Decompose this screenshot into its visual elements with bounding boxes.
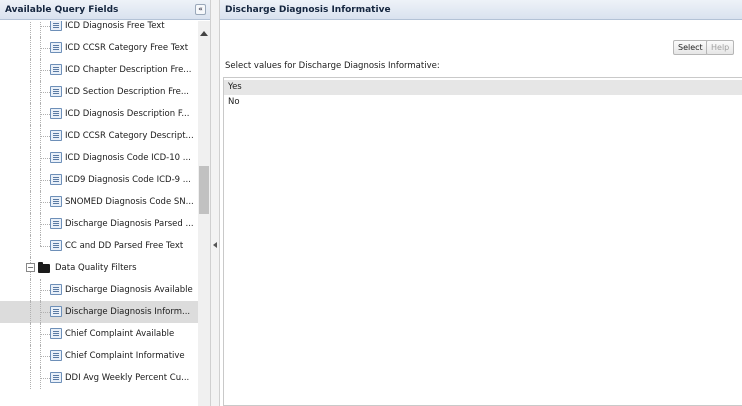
panel-title: Discharge Diagnosis Informative: [225, 5, 391, 15]
tree-item-cc-dd-parsed-free-text[interactable]: CC and DD Parsed Free Text: [0, 235, 198, 257]
tree-item-ddi-avg-weekly-percent[interactable]: DDI Avg Weekly Percent Cu...: [0, 367, 198, 389]
tree-item-snomed-diagnosis-code[interactable]: SNOMED Diagnosis Code SN...: [0, 191, 198, 213]
field-icon: [50, 42, 62, 53]
field-icon: [50, 196, 62, 207]
field-icon: [50, 108, 62, 119]
field-icon: [50, 174, 62, 185]
collapse-folder-toggle[interactable]: −: [26, 263, 35, 272]
select-button[interactable]: Select: [673, 40, 708, 55]
field-icon: [50, 64, 62, 75]
query-fields-tree: ICD Diagnosis Free Text ICD CCSR Categor…: [0, 21, 198, 406]
field-icon: [50, 372, 62, 383]
tree-item-icd-diagnosis-free-text[interactable]: ICD Diagnosis Free Text: [0, 21, 198, 37]
tree-item-chief-complaint-informative[interactable]: Chief Complaint Informative: [0, 345, 198, 367]
field-value-panel: Discharge Diagnosis Informative Select H…: [220, 0, 742, 406]
field-icon: [50, 130, 62, 141]
select-values-prompt: Select values for Discharge Diagnosis In…: [225, 61, 440, 71]
folder-icon: [38, 262, 50, 273]
field-value-header: Discharge Diagnosis Informative: [220, 0, 742, 20]
field-icon: [50, 284, 62, 295]
panel-title: Available Query Fields: [5, 5, 119, 15]
panel-splitter[interactable]: [210, 0, 220, 406]
field-icon: [50, 218, 62, 229]
tree-item-chief-complaint-available[interactable]: Chief Complaint Available: [0, 323, 198, 345]
tree-folder-data-quality-filters[interactable]: − Data Quality Filters: [0, 257, 198, 279]
scrollbar-thumb[interactable]: [199, 166, 209, 214]
field-icon: [50, 328, 62, 339]
field-icon: [50, 240, 62, 251]
field-icon: [50, 306, 62, 317]
tree-item-icd-chapter-description[interactable]: ICD Chapter Description Fre...: [0, 59, 198, 81]
value-item-yes[interactable]: Yes: [224, 80, 742, 95]
values-list: Yes No: [223, 77, 742, 406]
scroll-up-arrow-icon[interactable]: [200, 31, 208, 36]
value-item-no[interactable]: No: [224, 95, 742, 110]
available-query-fields-header: Available Query Fields «: [0, 0, 210, 20]
field-icon: [50, 86, 62, 97]
collapse-panel-button[interactable]: «: [195, 4, 206, 15]
tree-item-discharge-diagnosis-available[interactable]: Discharge Diagnosis Available: [0, 279, 198, 301]
available-query-fields-panel: Available Query Fields « ICD Diagnosis F…: [0, 0, 210, 406]
help-button[interactable]: Help: [706, 40, 735, 55]
field-icon: [50, 350, 62, 361]
tree-item-discharge-diagnosis-parsed[interactable]: Discharge Diagnosis Parsed ...: [0, 213, 198, 235]
collapse-left-arrow-icon[interactable]: [213, 242, 217, 248]
tree-item-icd-diagnosis-description[interactable]: ICD Diagnosis Description F...: [0, 103, 198, 125]
tree-scrollbar[interactable]: [198, 21, 210, 406]
field-icon: [50, 21, 62, 31]
field-icon: [50, 152, 62, 163]
tree-item-icd-ccsr-category-free-text[interactable]: ICD CCSR Category Free Text: [0, 37, 198, 59]
tree-item-icd-section-description[interactable]: ICD Section Description Fre...: [0, 81, 198, 103]
tree-item-icd-ccsr-category-description[interactable]: ICD CCSR Category Descript...: [0, 125, 198, 147]
tree-item-discharge-diagnosis-informative[interactable]: Discharge Diagnosis Inform...: [0, 301, 198, 323]
tree-item-icd-diagnosis-code-icd10[interactable]: ICD Diagnosis Code ICD-10 ...: [0, 147, 198, 169]
tree-item-icd9-diagnosis-code[interactable]: ICD9 Diagnosis Code ICD-9 ...: [0, 169, 198, 191]
